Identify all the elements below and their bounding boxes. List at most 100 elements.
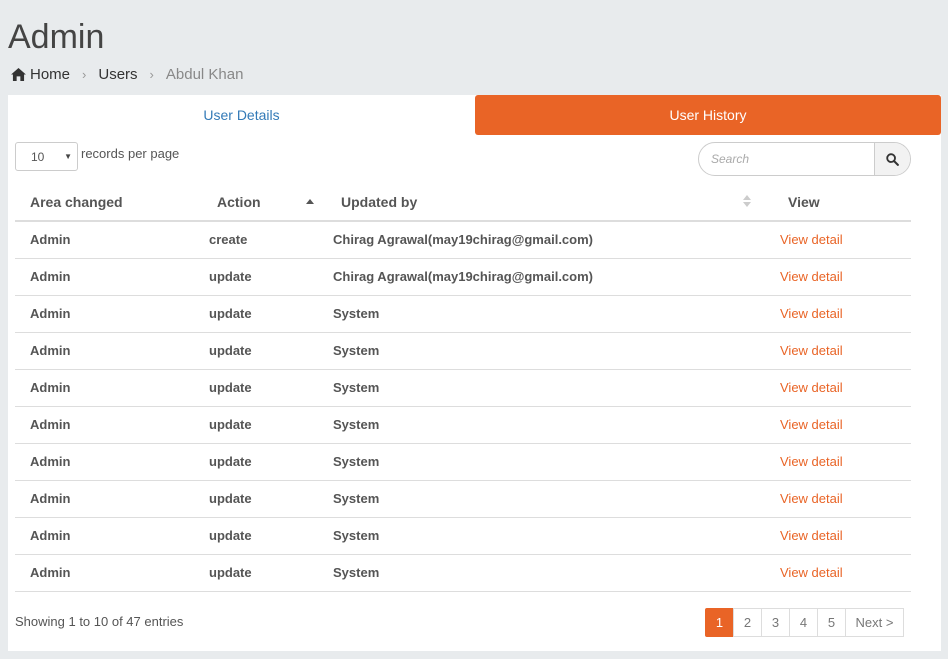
view-detail-link[interactable]: View detail [780,454,843,469]
cell-updated-by: System [326,369,763,407]
page-button-5[interactable]: 5 [817,608,846,637]
records-per-page-label: records per page [81,146,180,161]
records-per-page-select[interactable]: 10 ▼ [15,142,78,171]
column-header-updated-by-label: Updated by [341,193,418,210]
cell-area-changed: Admin [15,406,204,444]
column-header-view: View [763,183,911,222]
view-detail-link[interactable]: View detail [780,417,843,432]
view-detail-link[interactable]: View detail [780,528,843,543]
chevron-right-icon: › [82,67,87,82]
cell-action: update [204,369,326,407]
records-per-page-value: 10 [31,149,45,164]
cell-action: update [204,554,326,592]
breadcrumb-users[interactable]: Users [98,66,137,83]
column-header-action[interactable]: Action [204,183,326,222]
cell-view: View detail [763,295,911,333]
column-header-action-label: Action [217,193,261,210]
cell-action: update [204,480,326,518]
table-body: Admin create Chirag Agrawal(may19chirag@gm… [15,221,911,592]
view-detail-link[interactable]: View detail [780,565,843,580]
sort-icon [743,195,751,207]
cell-updated-by: System [326,406,763,444]
cell-area-changed: Admin [15,480,204,518]
table-row: Admin update System View detail [15,369,911,407]
table-row: Admin update System View detail [15,554,911,592]
table-row: Admin update System View detail [15,295,911,333]
view-detail-link[interactable]: View detail [780,269,843,284]
table-row: Admin update System View detail [15,406,911,444]
table-header-row: Area changed Action Updated by View [15,183,911,222]
cell-action: update [204,406,326,444]
cell-updated-by: System [326,480,763,518]
table-info: Showing 1 to 10 of 47 entries [15,614,184,629]
cell-area-changed: Admin [15,295,204,333]
cell-view: View detail [763,332,911,370]
search-box [698,142,911,176]
cell-updated-by: System [326,295,763,333]
cell-view: View detail [763,517,911,555]
cell-area-changed: Admin [15,517,204,555]
cell-area-changed: Admin [15,332,204,370]
table-row: Admin create Chirag Agrawal(may19chirag@gm… [15,221,911,259]
cell-area-changed: Admin [15,443,204,481]
view-detail-link[interactable]: View detail [780,232,843,247]
search-icon [886,152,899,166]
column-header-area[interactable]: Area changed [15,183,204,222]
cell-action: update [204,443,326,481]
cell-action: create [204,221,326,259]
cell-action: update [204,258,326,296]
home-icon [11,68,26,81]
page-title: Admin [8,18,105,56]
pagination: 1 2 3 4 5 Next > [705,608,904,637]
view-detail-link[interactable]: View detail [780,380,843,395]
cell-action: update [204,332,326,370]
page-button-3[interactable]: 3 [761,608,790,637]
page-button-1[interactable]: 1 [705,608,734,637]
cell-action: update [204,517,326,555]
tab-user-details[interactable]: User Details [8,95,475,135]
table-row: Admin update System View detail [15,480,911,518]
search-input[interactable] [699,143,874,175]
cell-view: View detail [763,406,911,444]
cell-view: View detail [763,554,911,592]
cell-updated-by: System [326,332,763,370]
view-detail-link[interactable]: View detail [780,306,843,321]
cell-area-changed: Admin [15,221,204,259]
column-header-updated-by[interactable]: Updated by [326,183,763,222]
cell-updated-by: Chirag Agrawal(may19chirag@gmail.com) [326,258,763,296]
cell-updated-by: System [326,554,763,592]
cell-view: View detail [763,369,911,407]
cell-area-changed: Admin [15,258,204,296]
cell-view: View detail [763,480,911,518]
view-detail-link[interactable]: View detail [780,491,843,506]
chevron-right-icon: › [149,67,154,82]
cell-action: update [204,295,326,333]
cell-view: View detail [763,258,911,296]
content-panel: User Details User History 10 ▼ records p… [8,95,941,651]
table-row: Admin update Chirag Agrawal(may19chirag@gm… [15,258,911,296]
view-detail-link[interactable]: View detail [780,343,843,358]
search-button[interactable] [874,143,910,175]
cell-view: View detail [763,221,911,259]
cell-area-changed: Admin [15,369,204,407]
cell-updated-by: System [326,443,763,481]
cell-view: View detail [763,443,911,481]
caret-down-icon: ▼ [64,152,72,161]
page-button-4[interactable]: 4 [789,608,818,637]
records-per-page-control: 10 ▼ records per page [15,142,179,171]
breadcrumb: Home › Users › Abdul Khan [11,66,243,83]
history-table: Area changed Action Updated by View Admi… [15,183,911,592]
next-page-button[interactable]: Next > [845,608,904,637]
breadcrumb-current: Abdul Khan [165,66,244,83]
table-row: Admin update System View detail [15,443,911,481]
tab-user-history[interactable]: User History [475,95,941,135]
cell-updated-by: Chirag Agrawal(may19chirag@gmail.com) [326,221,763,259]
page-button-2[interactable]: 2 [733,608,762,637]
breadcrumb-home[interactable]: Home [30,66,70,83]
tab-bar: User Details User History [8,95,941,135]
table-row: Admin update System View detail [15,332,911,370]
table-row: Admin update System View detail [15,517,911,555]
cell-area-changed: Admin [15,554,204,592]
cell-updated-by: System [326,517,763,555]
sort-ascending-icon [306,199,314,204]
